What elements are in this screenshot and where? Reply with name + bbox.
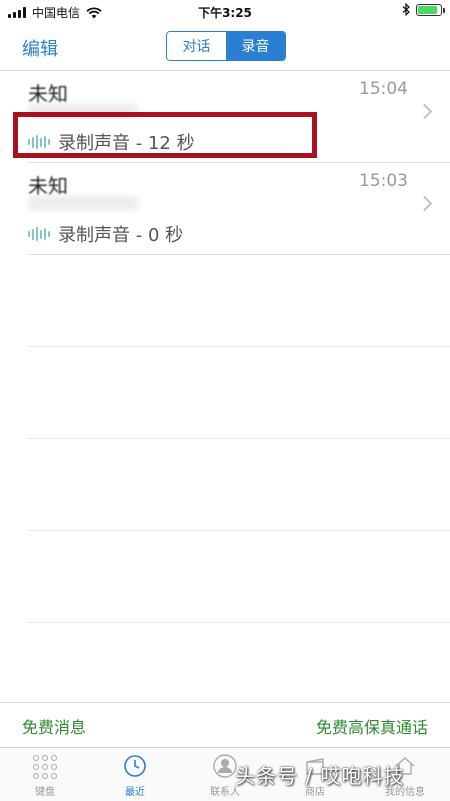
highlight-box <box>13 112 317 158</box>
recording-time: 15:03 <box>359 171 408 191</box>
battery-cap <box>443 7 445 13</box>
clock-icon <box>124 755 146 777</box>
promo-bar: 免费消息 免费高保真通话 <box>0 702 450 747</box>
segmented-control: 对话 录音 <box>166 31 286 61</box>
status-bar: 中国电信 下午3:25 <box>0 0 450 24</box>
recording-row[interactable]: 未知 15:03 录制声音 - 0 秒 <box>0 163 450 255</box>
free-hd-call-link[interactable]: 免费高保真通话 <box>316 714 428 738</box>
empty-row-divider <box>28 622 450 623</box>
chevron-right-icon <box>416 195 433 212</box>
tab-keypad[interactable]: 键盘 <box>0 748 90 801</box>
segment-conversations[interactable]: 对话 <box>167 32 226 60</box>
edit-button[interactable]: 编辑 <box>22 35 58 61</box>
battery-icon <box>416 3 445 16</box>
status-right <box>402 3 445 16</box>
empty-row-divider <box>28 346 450 347</box>
empty-row-divider <box>28 530 450 531</box>
tab-label: 键盘 <box>35 787 55 798</box>
nav-bar: 编辑 对话 录音 <box>0 24 450 71</box>
tab-label: 最近 <box>125 787 145 798</box>
chevron-right-icon <box>416 103 433 120</box>
watermark: 头条号 / 哎咆科技 <box>235 764 405 788</box>
empty-row-divider <box>28 438 450 439</box>
battery-fill <box>418 5 437 14</box>
recording-duration-label: 录制声音 - 0 秒 <box>58 225 184 246</box>
caller-name: 未知 <box>28 82 68 106</box>
recording-detail: 录制声音 - 0 秒 <box>28 221 183 247</box>
recording-row[interactable]: 未知 15:04 录制声音 - 12 秒 <box>0 71 450 163</box>
bluetooth-icon <box>402 3 410 16</box>
segment-recordings[interactable]: 录音 <box>226 32 285 60</box>
audio-wave-icon <box>28 227 50 241</box>
free-messages-link[interactable]: 免费消息 <box>22 714 86 738</box>
recordings-list: 未知 15:04 录制声音 - 12 秒 未知 15:03 录制声音 - 0 秒 <box>0 71 450 255</box>
status-time: 下午3:25 <box>198 6 252 20</box>
caller-name: 未知 <box>28 174 68 198</box>
recording-time: 15:04 <box>359 79 408 99</box>
person-icon <box>213 754 237 778</box>
tab-recents[interactable]: 最近 <box>90 748 180 801</box>
row-divider <box>28 254 450 255</box>
caller-number-blurred <box>28 196 138 210</box>
keypad-icon <box>33 755 57 779</box>
